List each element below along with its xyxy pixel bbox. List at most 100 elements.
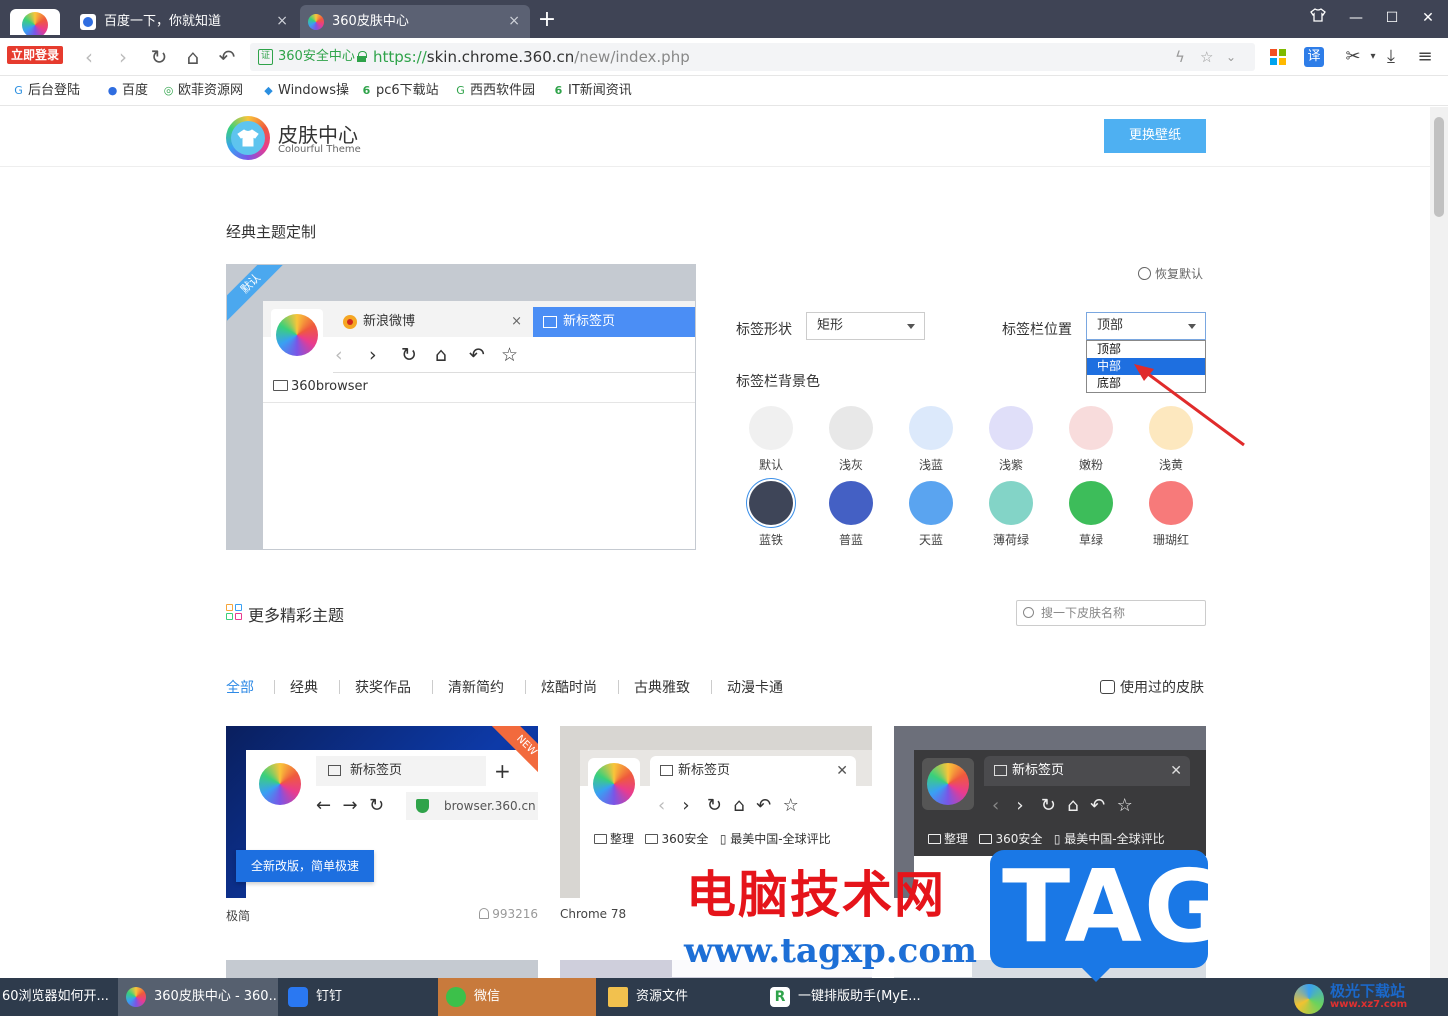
bookmark-item[interactable]: ◎ 欧菲资源网 — [160, 76, 243, 106]
color-swatch[interactable] — [909, 481, 953, 525]
color-swatch[interactable] — [1069, 481, 1113, 525]
forward-icon: › — [369, 344, 377, 366]
color-swatch[interactable] — [1069, 406, 1113, 450]
color-swatch[interactable] — [989, 406, 1033, 450]
card-bookmark: 最美中国-全球评比 — [730, 832, 831, 846]
undo-close-icon: ↶ — [469, 344, 485, 366]
color-swatch[interactable] — [989, 481, 1033, 525]
used-skins-link[interactable]: 使用过的皮肤 — [1100, 677, 1204, 697]
windows-icon: ◆ — [264, 84, 273, 97]
used-skins-label: 使用过的皮肤 — [1120, 680, 1204, 696]
category-tab[interactable]: 经典 — [290, 677, 318, 697]
tab-close-icon[interactable]: × — [276, 5, 288, 38]
download-icon[interactable]: ⤓ — [1378, 44, 1404, 70]
bookmarks-bar: G 后台登陆 ● 百度 ◎ 欧菲资源网 ◆ Windows操 6 pc6下载站 G 西西软件… — [0, 76, 1448, 106]
color-swatch[interactable] — [829, 481, 873, 525]
tab-close-icon[interactable]: × — [508, 5, 520, 38]
category-tab[interactable]: 炫酷时尚 — [541, 677, 597, 697]
scrollbar-thumb[interactable] — [1434, 117, 1444, 217]
category-tab[interactable]: 清新简约 — [448, 677, 504, 697]
watermark-url: www.tagxp.com — [672, 927, 977, 977]
browser-logo[interactable] — [10, 9, 60, 35]
change-wallpaper-button[interactable]: 更换壁纸 — [1104, 119, 1206, 153]
card-nav: ‹ › ↻ ⌂ ↶ ☆ — [658, 795, 799, 816]
taskbar: 60浏览器如何开... 360皮肤中心 - 360... 钉钉 微信 资源文件 … — [0, 978, 1448, 1016]
forward-icon[interactable]: › — [110, 44, 136, 70]
dropdown-caret-icon — [1188, 324, 1196, 329]
back-icon[interactable]: ‹ — [76, 44, 102, 70]
tab-skin-center[interactable]: 360皮肤中心 × — [300, 5, 530, 38]
bookmark-label: pc6下载站 — [376, 83, 439, 98]
bookmark-item[interactable]: 6 IT新闻资讯 — [550, 76, 632, 106]
taskbar-item[interactable]: 钉钉 — [280, 978, 436, 1016]
bookmark-item[interactable]: ● 百度 — [104, 76, 148, 106]
folder-icon — [645, 834, 659, 844]
tab-baidu[interactable]: 百度一下，你就知道 × — [72, 5, 298, 38]
close-icon: ✕ — [836, 763, 848, 779]
color-swatch[interactable] — [749, 406, 793, 450]
color-swatch[interactable] — [829, 406, 873, 450]
color-swatch[interactable] — [749, 481, 793, 525]
myeditor-icon: R — [770, 987, 790, 1007]
category-tab[interactable]: 获奖作品 — [355, 677, 411, 697]
newtab-page-icon — [328, 765, 341, 776]
card-bookmarks: 整理 360安全 ▯ 最美中国-全球评比 — [594, 830, 831, 847]
preview-tab-new: 新标签页 — [533, 307, 695, 337]
card-bookmark: 360安全 — [995, 832, 1043, 846]
site-header: 皮肤中心 Colourful Theme 更换壁纸 — [0, 107, 1430, 167]
home-icon[interactable]: ⌂ — [180, 44, 206, 70]
taskbar-item[interactable]: 60浏览器如何开... — [0, 978, 112, 1016]
folder-icon — [608, 987, 628, 1007]
undo-close-icon[interactable]: ↶ — [214, 44, 240, 70]
bookmark-item[interactable]: 6 pc6下载站 — [358, 76, 439, 106]
category-tab[interactable]: 全部 — [226, 677, 254, 697]
close-window-icon[interactable]: ✕ — [1410, 0, 1446, 36]
preview-tab-label: 新浪微博 — [363, 314, 416, 329]
tab-shape-select[interactable]: 矩形 — [806, 312, 925, 340]
reload-icon[interactable]: ↻ — [146, 44, 172, 70]
apps-grid-icon[interactable] — [1270, 49, 1286, 65]
address-bar[interactable]: 证 360安全中心 https://skin.chrome.360.cn/new… — [250, 43, 1255, 71]
taskbar-label: 360皮肤中心 - 360... — [154, 989, 278, 1004]
bookmark-item[interactable]: G 西西软件园 — [452, 76, 535, 106]
translate-icon[interactable]: 译 — [1304, 47, 1324, 67]
taskbar-label: 微信 — [474, 989, 501, 1004]
card-tab: 新标签页 ✕ — [650, 756, 856, 786]
restore-default-button[interactable]: 恢复默认 — [1138, 265, 1203, 282]
xz7-site: www.xz7.com — [1330, 999, 1408, 1010]
bookmark-star-icon[interactable]: ☆ — [1200, 43, 1213, 71]
security-label[interactable]: 360安全中心 — [278, 43, 355, 71]
maximize-icon[interactable]: ☐ — [1374, 0, 1410, 36]
preview-bookmark-label: 360browser — [291, 379, 368, 394]
url-host: skin.chrome.360.cn — [426, 48, 575, 66]
minimize-icon[interactable]: — — [1338, 0, 1374, 36]
taskbar-item[interactable]: R 一键排版助手(MyE... — [762, 978, 922, 1016]
color-swatch-label: 珊瑚红 — [1152, 533, 1189, 547]
new-tab-button[interactable]: + — [536, 7, 558, 33]
lightning-icon[interactable]: ϟ — [1175, 43, 1185, 71]
taskbar-item[interactable]: 资源文件 — [600, 978, 760, 1016]
category-tab[interactable]: 古典雅致 — [634, 677, 690, 697]
login-badge[interactable]: 立即登录 — [7, 46, 63, 64]
taskbar-item[interactable]: 360皮肤中心 - 360... — [118, 978, 278, 1016]
url-text[interactable]: https://skin.chrome.360.cn/new/index.php — [373, 43, 690, 71]
option-top[interactable]: 顶部 — [1087, 341, 1205, 358]
bookmark-label: Windows操 — [278, 83, 350, 98]
theme-search-input[interactable] — [1041, 601, 1201, 625]
card-tab-label: 新标签页 — [350, 763, 403, 778]
bookmark-item[interactable]: ◆ Windows操 — [260, 76, 349, 106]
color-swatch[interactable] — [909, 406, 953, 450]
theme-card-row2[interactable] — [226, 960, 538, 978]
taskbar-item[interactable]: 微信 — [438, 978, 596, 1016]
bookmark-item[interactable]: G 后台登陆 — [10, 76, 80, 106]
category-tab[interactable]: 动漫卡通 — [727, 677, 783, 697]
chevron-down-icon[interactable]: ⌄ — [1226, 43, 1236, 71]
color-swatch-label: 草绿 — [1078, 533, 1103, 547]
skin-shirt-icon[interactable] — [1300, 0, 1336, 36]
tab-position-select[interactable]: 顶部 — [1086, 312, 1206, 340]
site-subtitle: Colourful Theme — [278, 144, 361, 155]
theme-card-minimal[interactable]: 新标签页 + ← → ↻ browser.360.cn 全新改版，简单极速 NE… — [226, 726, 538, 898]
page-scrollbar[interactable] — [1430, 107, 1448, 978]
menu-icon[interactable]: ≡ — [1412, 44, 1438, 70]
color-swatch[interactable] — [1149, 481, 1193, 525]
